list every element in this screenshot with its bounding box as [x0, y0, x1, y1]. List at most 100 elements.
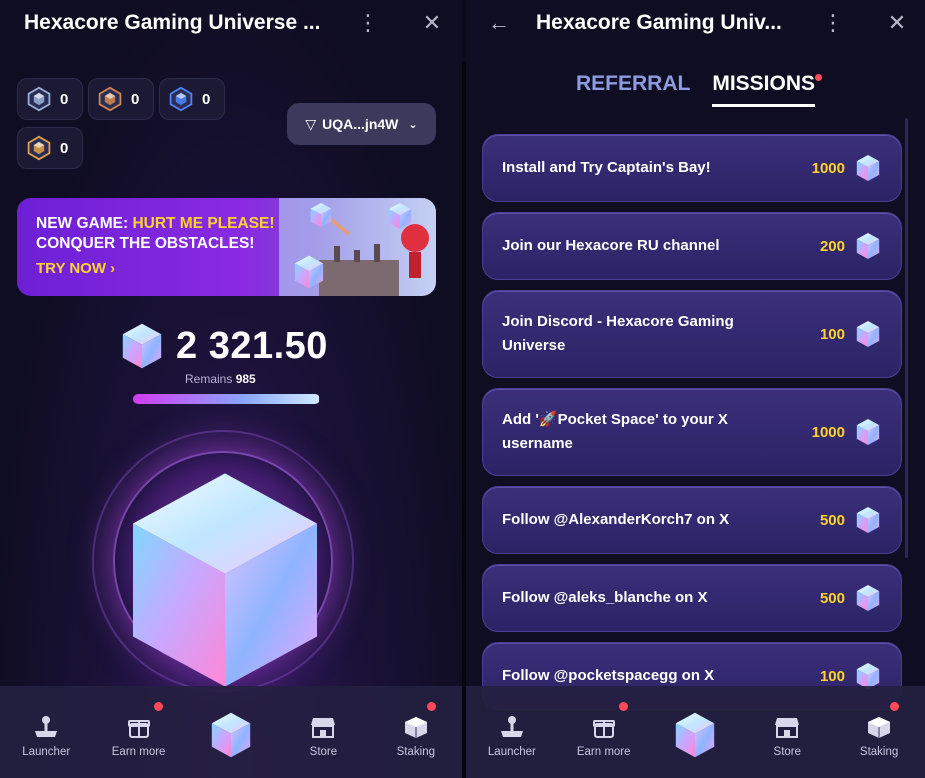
- joystick-icon: [31, 712, 61, 742]
- gem-chip-silver[interactable]: 0: [17, 78, 83, 120]
- hexacube-icon: [855, 506, 881, 534]
- ton-icon: ▽: [305, 115, 317, 132]
- gem-chip-blue[interactable]: 0: [159, 78, 225, 120]
- tab-bar: REFERRAL MISSIONS: [466, 72, 925, 107]
- balance-display: 2 321.50: [120, 320, 350, 372]
- nav-earn-more[interactable]: Earn more: [558, 686, 650, 778]
- hexacube-icon: [209, 711, 253, 759]
- mission-reward: 500: [819, 511, 845, 529]
- gem-chip-bronze[interactable]: 0: [88, 78, 154, 120]
- mission-title: Join our Hexacore RU channel: [502, 237, 720, 254]
- gem-count: 0: [60, 90, 69, 108]
- mission-card[interactable]: Follow @aleks_blanche on X 500: [482, 564, 902, 632]
- mission-card[interactable]: Join our Hexacore RU channel 200: [482, 212, 902, 280]
- gem-count: 0: [202, 90, 211, 108]
- title-bar: Hexacore Gaming Universe ... ⋮ ✕: [0, 0, 462, 46]
- notification-badge: [427, 702, 437, 711]
- hexacube-icon: [673, 711, 717, 759]
- store-icon: [772, 712, 802, 742]
- gem-silver-icon: [26, 86, 52, 112]
- notification-badge: [153, 702, 163, 711]
- nav-launcher[interactable]: Launcher: [0, 686, 92, 778]
- gem-bronze-icon: [97, 86, 123, 112]
- more-options-icon[interactable]: ⋮: [353, 8, 383, 38]
- mission-reward: 100: [819, 667, 845, 685]
- gem-gold-icon: [26, 135, 52, 161]
- energy-progress-bar: [133, 394, 320, 404]
- gift-icon: [589, 712, 619, 742]
- tab-referral[interactable]: REFERRAL: [576, 72, 690, 107]
- energy-progress-fill: [133, 394, 320, 404]
- hexacube-icon: [120, 322, 164, 370]
- wallet-address: UQA...jn4W: [322, 116, 399, 132]
- wallet-button[interactable]: ▽ UQA...jn4W ⌄: [287, 103, 436, 145]
- nav-store[interactable]: Store: [741, 686, 833, 778]
- tap-cube[interactable]: [118, 465, 332, 695]
- notification-badge: [618, 702, 628, 711]
- store-icon: [308, 712, 338, 742]
- tab-missions[interactable]: MISSIONS: [712, 72, 823, 107]
- new-game-banner[interactable]: NEW GAME: HURT ME PLEASE! CONQUER THE OB…: [17, 198, 436, 296]
- banner-line-2: CONQUER THE OBSTACLES!: [36, 235, 255, 252]
- bottom-nav: Launcher Earn more Store Staking: [0, 686, 462, 778]
- nav-label: Earn more: [576, 746, 631, 758]
- nav-earn-more[interactable]: Earn more: [92, 686, 184, 778]
- nav-store[interactable]: Store: [277, 686, 369, 778]
- mission-title: Join Discord - Hexacore Gaming Universe: [502, 313, 734, 354]
- nav-staking[interactable]: Staking: [370, 686, 462, 778]
- nav-label: Store: [773, 746, 802, 758]
- gem-count: 0: [60, 139, 69, 157]
- banner-line-1: NEW GAME: HURT ME PLEASE!: [36, 215, 275, 232]
- nav-home[interactable]: [650, 686, 742, 778]
- more-options-icon[interactable]: ⋮: [818, 8, 848, 38]
- try-now-link[interactable]: TRY NOW ›: [36, 260, 115, 277]
- mission-card[interactable]: Add '🚀Pocket Space' to your X username 1…: [482, 388, 902, 476]
- hexacube-icon: [855, 232, 881, 260]
- mission-title: Follow @aleks_blanche on X: [502, 589, 708, 606]
- mission-reward: 200: [819, 237, 845, 255]
- chevron-right-icon: ›: [110, 260, 116, 277]
- banner-game-art: [279, 198, 436, 296]
- back-arrow-icon[interactable]: ←: [484, 8, 514, 38]
- title-bar: ← Hexacore Gaming Univ... ⋮ ✕: [466, 0, 925, 46]
- scrollbar[interactable]: [905, 118, 908, 558]
- mission-card[interactable]: Install and Try Captain's Bay! 1000: [482, 134, 902, 202]
- joystick-icon: [497, 712, 527, 742]
- nav-label: Store: [309, 746, 338, 758]
- mission-reward: 1000: [811, 159, 845, 177]
- bottom-nav: Launcher Earn more Store Staking: [466, 686, 925, 778]
- balance-amount: 2 321.50: [176, 324, 328, 367]
- nav-label: Launcher: [487, 746, 536, 758]
- gem-chip-gold[interactable]: 0: [17, 127, 83, 169]
- notification-badge: [889, 702, 899, 711]
- chevron-down-icon: ⌄: [408, 118, 418, 131]
- gift-icon: [124, 712, 154, 742]
- close-icon[interactable]: ✕: [417, 8, 447, 38]
- hexacube-icon: [855, 418, 881, 446]
- mission-reward: 1000: [811, 423, 845, 441]
- nav-home[interactable]: [185, 686, 277, 778]
- boxes-icon: [401, 712, 431, 742]
- mission-card[interactable]: Follow @AlexanderKorch7 on X 500: [482, 486, 902, 554]
- close-icon[interactable]: ✕: [882, 8, 912, 38]
- home-panel: Hexacore Gaming Universe ... ⋮ ✕ 0 0 0 0…: [0, 0, 462, 778]
- gem-blue-icon: [168, 86, 194, 112]
- hexacube-icon: [855, 154, 881, 182]
- missions-panel: ← Hexacore Gaming Univ... ⋮ ✕ REFERRAL M…: [466, 0, 925, 778]
- gem-count: 0: [131, 90, 140, 108]
- mission-card[interactable]: Join Discord - Hexacore Gaming Universe …: [482, 290, 902, 378]
- mission-reward: 100: [819, 325, 845, 343]
- mission-reward: 500: [819, 589, 845, 607]
- nav-label: Launcher: [22, 746, 71, 758]
- nav-label: Staking: [859, 746, 899, 758]
- nav-launcher[interactable]: Launcher: [466, 686, 558, 778]
- nav-staking[interactable]: Staking: [833, 686, 925, 778]
- window-title: Hexacore Gaming Universe ...: [24, 11, 321, 34]
- mission-title: Follow @pocketspacegg on X: [502, 667, 715, 684]
- hexacube-icon: [855, 584, 881, 612]
- mission-title: Install and Try Captain's Bay!: [502, 159, 711, 176]
- hexacube-icon: [855, 320, 881, 348]
- boxes-icon: [864, 712, 894, 742]
- energy-remains: Remains 985: [185, 372, 256, 386]
- mission-title: Add '🚀Pocket Space' to your X username: [502, 411, 728, 452]
